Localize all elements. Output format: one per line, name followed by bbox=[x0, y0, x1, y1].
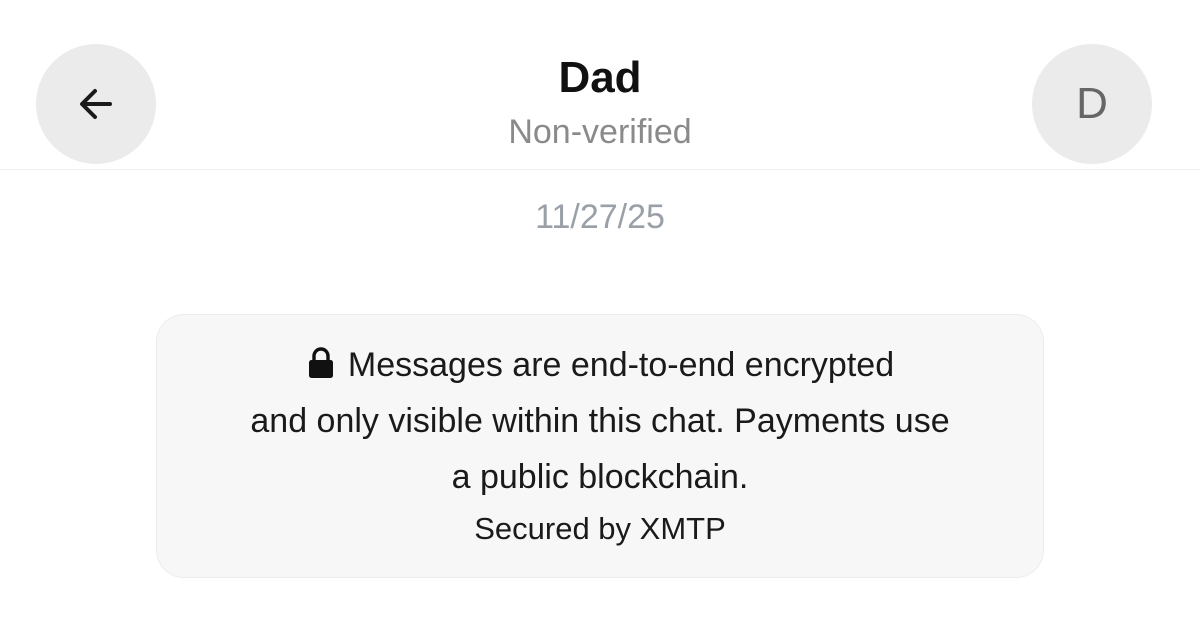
back-button[interactable] bbox=[36, 44, 156, 164]
notice-line-2: and only visible within this chat. Payme… bbox=[250, 402, 950, 440]
arrow-left-icon bbox=[80, 89, 112, 119]
chat-title-block: Dad Non-verified bbox=[300, 52, 900, 154]
verification-status: Non-verified bbox=[508, 113, 692, 151]
contact-avatar-button[interactable]: D bbox=[1032, 44, 1152, 164]
notice-line-3: a public blockchain. bbox=[451, 458, 749, 496]
avatar-initial: D bbox=[1076, 79, 1108, 128]
contact-name: Dad bbox=[558, 53, 642, 102]
notice-line-1: Messages are end-to-end encrypted bbox=[190, 337, 1010, 393]
encryption-notice: Messages are end-to-end encrypted and on… bbox=[156, 314, 1044, 578]
encryption-notice-text: Messages are end-to-end encrypted and on… bbox=[190, 337, 1010, 505]
secured-by-label: Secured by XMTP bbox=[474, 511, 726, 546]
notice-line-1-text: Messages are end-to-end encrypted bbox=[347, 346, 895, 384]
lock-icon bbox=[308, 347, 333, 378]
chat-header: Dad Non-verified D bbox=[0, 0, 1200, 170]
date-separator: 11/27/25 bbox=[535, 198, 665, 236]
chat-screen: Dad Non-verified D 11/27/25 Messages are… bbox=[0, 0, 1200, 619]
